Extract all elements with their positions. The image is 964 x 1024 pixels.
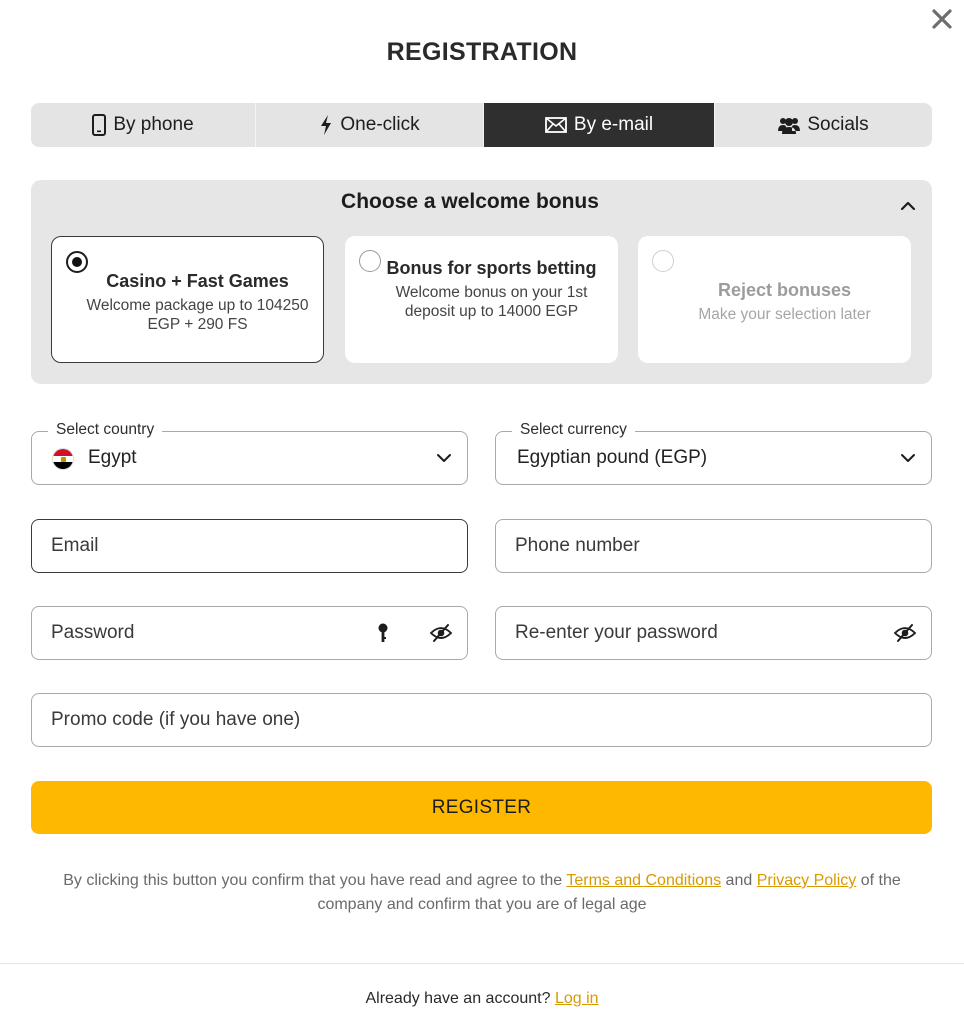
promo-code-field[interactable]: Promo code (if you have one) — [31, 693, 932, 747]
password-placeholder: Password — [51, 622, 135, 643]
users-icon — [778, 116, 801, 134]
phone-number-field[interactable]: Phone number — [495, 519, 932, 573]
country-select-label: Select country — [48, 421, 163, 439]
tab-label: By e-mail — [573, 114, 654, 135]
country-select[interactable]: Select country Egypt — [31, 421, 468, 485]
register-button[interactable]: REGISTER — [31, 781, 932, 834]
login-prompt-text: Already have an account? — [365, 990, 551, 1007]
envelope-icon — [545, 117, 567, 133]
close-icon[interactable] — [929, 6, 955, 32]
chevron-down-icon — [437, 454, 451, 462]
bonus-option-casino[interactable]: Casino + Fast Games Welcome package up t… — [51, 236, 324, 363]
tab-label: Socials — [807, 114, 869, 135]
footer-divider — [0, 963, 964, 964]
key-icon[interactable] — [373, 622, 393, 644]
chevron-down-icon — [901, 454, 915, 462]
bonus-option-reject[interactable]: Reject bonuses Make your selection later — [638, 236, 911, 363]
lightning-icon — [319, 114, 333, 136]
tab-by-phone[interactable]: By phone — [31, 103, 256, 147]
legal-text-and: and — [725, 872, 753, 889]
promo-code-placeholder: Promo code (if you have one) — [51, 709, 301, 730]
email-placeholder: Email — [51, 535, 99, 556]
login-prompt: Already have an account? Log in — [0, 990, 964, 1008]
password-field[interactable]: Password — [31, 606, 468, 660]
bonus-option-description: Welcome bonus on your 1st deposit up to … — [395, 284, 588, 320]
eye-slash-icon[interactable] — [429, 622, 453, 644]
currency-select[interactable]: Select currency Egyptian pound (EGP) — [495, 421, 932, 485]
login-link[interactable]: Log in — [555, 990, 599, 1007]
bonus-option-title: Bonus for sports betting — [386, 258, 597, 278]
privacy-policy-link[interactable]: Privacy Policy — [757, 872, 857, 889]
bonus-option-title: Reject bonuses — [717, 280, 852, 300]
currency-value: Egyptian pound (EGP) — [517, 447, 708, 468]
phone-placeholder: Phone number — [515, 535, 640, 556]
confirm-password-placeholder: Re-enter your password — [515, 622, 718, 643]
tab-by-email[interactable]: By e-mail — [484, 103, 715, 147]
legal-text-prefix: By clicking this button you confirm that… — [63, 872, 563, 889]
country-value: Egypt — [88, 447, 137, 468]
tab-one-click[interactable]: One-click — [256, 103, 484, 147]
mobile-phone-icon — [92, 114, 107, 136]
bonus-panel-title: Choose a welcome bonus — [341, 190, 599, 213]
registration-method-tabs: By phone One-click By e-mail Socials — [31, 103, 932, 147]
confirm-password-field[interactable]: Re-enter your password — [495, 606, 932, 660]
egypt-flag-icon — [52, 448, 74, 470]
chevron-up-icon[interactable] — [897, 195, 919, 217]
legal-notice: By clicking this button you confirm that… — [40, 869, 924, 917]
radio-button[interactable] — [652, 250, 674, 272]
currency-select-label: Select currency — [512, 421, 635, 439]
bonus-option-title: Casino + Fast Games — [106, 271, 289, 291]
page-title: REGISTRATION — [386, 38, 578, 66]
welcome-bonus-panel: Choose a welcome bonus Casino + Fast Gam… — [31, 180, 932, 384]
email-field[interactable]: Email — [31, 519, 468, 573]
eye-slash-icon[interactable] — [893, 622, 917, 644]
tab-label: By phone — [113, 114, 194, 135]
terms-and-conditions-link[interactable]: Terms and Conditions — [566, 872, 721, 889]
bonus-option-description: Make your selection later — [698, 306, 871, 323]
bonus-option-description: Welcome package up to 104250 EGP + 290 F… — [86, 297, 309, 333]
tab-label: One-click — [340, 114, 420, 135]
bonus-option-sports[interactable]: Bonus for sports betting Welcome bonus o… — [345, 236, 618, 363]
tab-socials[interactable]: Socials — [715, 103, 932, 147]
